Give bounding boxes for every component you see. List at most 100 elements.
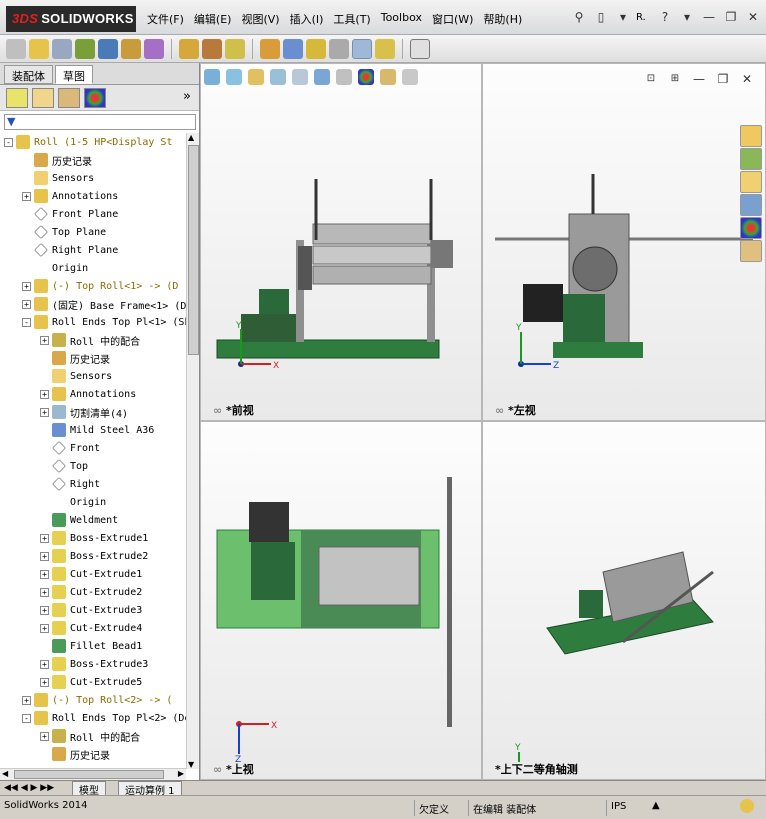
expand-icon[interactable]: + [40, 677, 49, 687]
solidworks-logo[interactable]: 3DS SOLIDWORKS [6, 6, 136, 32]
menu-view[interactable]: 视图(V) [236, 6, 284, 30]
configuration-manager-icon[interactable] [58, 87, 80, 108]
tree-item[interactable]: + Roll 中的配合 [40, 727, 140, 745]
mate-icon[interactable] [52, 38, 72, 59]
new-part-icon[interactable] [29, 38, 49, 59]
collapse-icon[interactable]: - [22, 713, 31, 723]
section-view-icon[interactable] [270, 69, 286, 85]
new-motion-study-icon[interactable] [225, 38, 245, 59]
tree-item[interactable]: 历史记录 [22, 151, 92, 169]
tree-item[interactable]: Front Plane [22, 205, 118, 223]
tab-sketch[interactable]: 草图 [55, 65, 93, 84]
tab-motion-study[interactable]: 运动算例 1 [118, 781, 182, 797]
hide-show-items-icon[interactable] [336, 69, 352, 85]
tree-item[interactable]: - Roll (1-5 HP<Display St [4, 133, 172, 151]
scroll-thumb[interactable] [188, 145, 199, 355]
tree-item[interactable]: Fillet Bead1 [40, 637, 142, 655]
property-manager-icon[interactable] [32, 87, 54, 108]
tree-item[interactable]: + (-) Top Roll<2> -> ( [22, 691, 172, 709]
menu-window[interactable]: 窗口(W) [427, 6, 478, 30]
tree-vertical-scrollbar[interactable]: ▲ ▼ [186, 133, 199, 769]
expand-icon[interactable]: + [40, 389, 49, 399]
menu-insert[interactable]: 插入(I) [285, 6, 329, 30]
collapse-icon[interactable]: - [22, 317, 31, 327]
tab-model[interactable]: 模型 [72, 781, 106, 797]
view-isometric[interactable]: Y X Z *上下二等角轴测 [482, 421, 766, 780]
view-orientation-icon[interactable] [292, 69, 308, 85]
status-units[interactable]: IPS [606, 800, 678, 816]
scroll-up-icon[interactable]: ▲ [188, 133, 194, 142]
tree-item[interactable]: 历史记录 [40, 349, 110, 367]
menu-edit[interactable]: 编辑(E) [189, 6, 237, 30]
units-dropdown-icon[interactable]: ▲ [652, 800, 660, 811]
help-icon[interactable]: ? [656, 8, 674, 26]
show-hidden-icon[interactable] [144, 38, 164, 59]
viewport-restore-icon[interactable]: ❐ [714, 70, 732, 88]
smart-fasteners-icon[interactable] [98, 38, 118, 59]
edit-appearance-icon[interactable] [358, 69, 374, 85]
previous-view-icon[interactable] [248, 69, 264, 85]
menu-tools[interactable]: 工具(T) [328, 6, 375, 30]
interference-detection-icon[interactable] [329, 38, 349, 59]
rebuild-icon[interactable] [740, 799, 754, 813]
tree-item[interactable]: + Annotations [40, 385, 136, 403]
tree-item[interactable]: Right Plane [22, 241, 118, 259]
custom-properties-icon[interactable] [740, 240, 762, 262]
tree-item[interactable]: + Roll 中的配合 [40, 331, 140, 349]
tree-item[interactable]: Mild Steel A36 [40, 421, 154, 439]
view-palette-icon[interactable] [740, 194, 762, 216]
expand-icon[interactable]: + [22, 299, 31, 309]
filter-icon[interactable]: ▼ [7, 115, 15, 128]
zoom-to-area-icon[interactable] [226, 69, 242, 85]
tree-item[interactable]: + Cut-Extrude1 [40, 565, 142, 583]
more-panels-icon[interactable]: » [183, 89, 191, 104]
tree-item[interactable]: 历史记录 [40, 745, 110, 763]
tree-item[interactable]: + Annotations [22, 187, 118, 205]
viewport-prev-icon[interactable]: ⊡ [642, 70, 660, 88]
tree-item[interactable]: Sensors [40, 367, 112, 385]
display-manager-icon[interactable] [84, 87, 106, 108]
expand-icon[interactable]: + [40, 569, 49, 579]
expand-icon[interactable]: + [40, 605, 49, 615]
expand-icon[interactable]: + [40, 731, 49, 741]
close-icon[interactable]: ✕ [744, 8, 762, 26]
tab-assembly[interactable]: 装配体 [4, 65, 53, 84]
expand-icon[interactable]: + [40, 533, 49, 543]
view-top[interactable]: X Z ∞ *上视 [200, 421, 482, 780]
viewport-minimize-icon[interactable]: — [690, 70, 708, 88]
tree-item[interactable]: Origin [22, 259, 88, 277]
hole-alignment-icon[interactable] [375, 38, 395, 59]
expand-icon[interactable]: + [40, 587, 49, 597]
tree-item[interactable]: + Cut-Extrude3 [40, 601, 142, 619]
tree-item[interactable]: + Boss-Extrude1 [40, 529, 148, 547]
clearance-verification-icon[interactable] [352, 38, 372, 59]
minimize-icon[interactable]: — [700, 8, 718, 26]
bill-of-materials-icon[interactable] [260, 38, 280, 59]
expand-icon[interactable]: + [40, 407, 49, 417]
view-front[interactable]: Y X ∞ *前视 [200, 63, 482, 421]
view-settings-icon[interactable] [402, 69, 418, 85]
scroll-left-icon[interactable]: ◀ [2, 769, 8, 778]
assembly-features-icon[interactable] [179, 38, 199, 59]
tree-item[interactable]: Origin [40, 493, 106, 511]
move-component-icon[interactable] [121, 38, 141, 59]
graphics-area[interactable]: Y X ∞ *前视 Y Z ∞ *左视 X Z ∞ *上视 Y *上下二等角轴测 [200, 63, 766, 780]
expand-icon[interactable]: + [22, 191, 31, 201]
feature-manager-icon[interactable] [6, 87, 28, 108]
tree-horizontal-scrollbar[interactable]: ◀ ▶ [0, 768, 186, 780]
linear-pattern-icon[interactable] [75, 38, 95, 59]
menu-help[interactable]: 帮助(H) [478, 6, 527, 30]
viewport-close-icon[interactable]: ✕ [738, 70, 756, 88]
tree-item[interactable]: Top Plane [22, 223, 106, 241]
tree-item[interactable]: + Cut-Extrude4 [40, 619, 142, 637]
menu-file[interactable]: 文件(F) [142, 6, 189, 30]
dropdown-icon[interactable]: ▾ [614, 8, 632, 26]
zoom-to-fit-icon[interactable] [204, 69, 220, 85]
scroll-down-icon[interactable]: ▼ [188, 760, 194, 769]
collapse-icon[interactable]: - [4, 137, 13, 147]
reference-geometry-icon[interactable] [202, 38, 222, 59]
exploded-view-icon[interactable] [283, 38, 303, 59]
tree-item[interactable]: + Boss-Extrude3 [40, 655, 148, 673]
tree-item[interactable]: Sensors [22, 169, 94, 187]
tree-item[interactable]: Front [40, 439, 100, 457]
